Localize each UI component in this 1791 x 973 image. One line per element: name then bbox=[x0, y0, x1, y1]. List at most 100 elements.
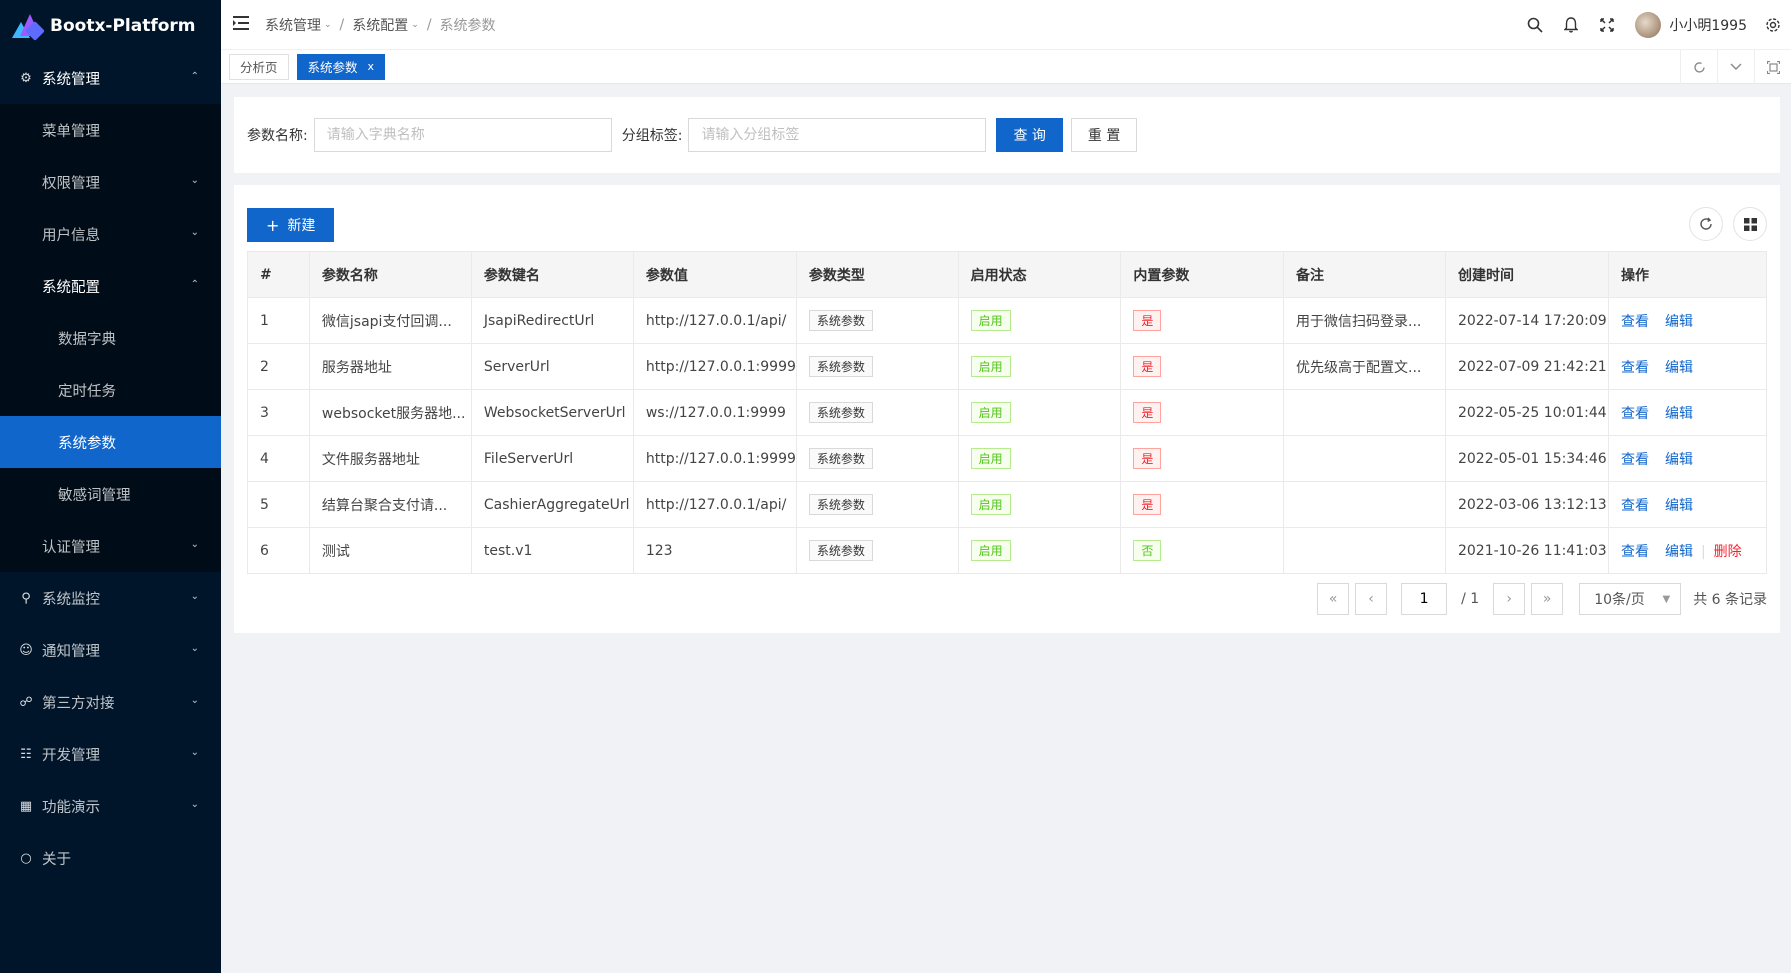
edit-link[interactable]: 编辑 bbox=[1665, 544, 1693, 560]
edit-link[interactable]: 编辑 bbox=[1665, 452, 1693, 468]
param-type-tag: 系统参数 bbox=[808, 494, 873, 515]
group-tag-input[interactable] bbox=[688, 118, 987, 152]
sidebar-item-label: 关于 bbox=[42, 851, 71, 868]
table-cell: 查看 编辑 bbox=[1607, 389, 1768, 436]
sidebar-item[interactable]: 数据字典 bbox=[0, 312, 221, 364]
close-icon[interactable]: x bbox=[368, 60, 375, 73]
sidebar-item[interactable]: 认证管理 ⌄ bbox=[0, 520, 221, 572]
username[interactable]: 小小明1995 bbox=[1669, 15, 1747, 35]
query-button[interactable]: 查 询 bbox=[996, 118, 1063, 152]
sidebar-item[interactable]: 定时任务 bbox=[0, 364, 221, 416]
table-cell: 2021-10-26 11:41:03 bbox=[1444, 527, 1609, 574]
tab-label: 系统参数 bbox=[307, 60, 358, 75]
page-size-select[interactable]: 10条/页 ▼ bbox=[1579, 583, 1682, 615]
last-page-icon[interactable]: » bbox=[1531, 583, 1564, 615]
builtin-badge: 是 bbox=[1133, 494, 1162, 515]
table-cell: ServerUrl bbox=[470, 343, 634, 390]
sidebar-item[interactable]: 菜单管理 bbox=[0, 104, 221, 156]
group-tag-label: 分组标签: bbox=[621, 128, 683, 144]
param-name: 文件服务器地址 bbox=[321, 451, 420, 468]
view-link[interactable]: 查看 bbox=[1621, 360, 1649, 376]
table-cell: 系统参数 bbox=[795, 297, 959, 344]
edit-link[interactable]: 编辑 bbox=[1665, 314, 1693, 330]
refresh-icon[interactable] bbox=[1689, 207, 1723, 241]
table-cell: 优先级高于配置文... bbox=[1283, 343, 1446, 390]
table-cell: JsapiRedirectUrl bbox=[470, 297, 634, 344]
next-page-icon[interactable]: › bbox=[1493, 583, 1526, 615]
param-name: 微信jsapi支付回调... bbox=[321, 313, 452, 330]
edit-link[interactable]: 编辑 bbox=[1665, 406, 1693, 422]
fullscreen-icon[interactable] bbox=[1589, 0, 1625, 50]
edit-link[interactable]: 编辑 bbox=[1665, 360, 1693, 376]
breadcrumb-item[interactable]: 系统管理 bbox=[265, 15, 321, 35]
status-badge: 启用 bbox=[970, 356, 1011, 377]
new-button[interactable]: + 新建 bbox=[247, 208, 335, 242]
total-records: 共 6 条记录 bbox=[1693, 592, 1767, 608]
tab-system-params[interactable]: 系统参数 x bbox=[296, 53, 386, 80]
table-cell: 是 bbox=[1120, 435, 1285, 482]
reload-icon[interactable] bbox=[1680, 50, 1717, 84]
sidebar-item[interactable]: ⚙ 系统管理 ⌃ bbox=[0, 52, 221, 104]
page-input[interactable] bbox=[1401, 583, 1448, 615]
param-type-tag: 系统参数 bbox=[808, 448, 873, 469]
sidebar-item[interactable]: 权限管理 ⌄ bbox=[0, 156, 221, 208]
table-row: 2 服务器地址 ServerUrl http://127.0.0.1:9999 系统参数… bbox=[247, 343, 1768, 390]
param-name: 测试 bbox=[321, 543, 350, 560]
expand-icon[interactable] bbox=[1754, 50, 1791, 84]
sidebar-item[interactable]: ☍ 第三方对接 ⌄ bbox=[0, 676, 221, 728]
view-link[interactable]: 查看 bbox=[1621, 314, 1649, 330]
row-index: 5 bbox=[260, 496, 269, 513]
sidebar-item[interactable]: 系统配置 ⌃ bbox=[0, 260, 221, 312]
prev-page-icon[interactable]: ‹ bbox=[1355, 583, 1388, 615]
sidebar-item[interactable]: ○ 关于 bbox=[0, 832, 221, 884]
table-cell: 1 bbox=[247, 297, 310, 344]
table-cell: CashierAggregateUrl bbox=[470, 481, 634, 528]
table-cell: 系统参数 bbox=[795, 481, 959, 528]
search-icon[interactable] bbox=[1517, 0, 1553, 50]
param-name-input[interactable] bbox=[313, 118, 612, 152]
edit-link[interactable]: 编辑 bbox=[1665, 498, 1693, 514]
sidebar-item[interactable]: ☷ 开发管理 ⌄ bbox=[0, 728, 221, 780]
table-cell: 2022-03-06 13:12:13 bbox=[1444, 481, 1609, 528]
link-icon: ☍ bbox=[19, 694, 33, 710]
settings-gear-icon[interactable] bbox=[1755, 0, 1791, 50]
table-cell: FileServerUrl bbox=[470, 435, 634, 482]
chevron-down-icon[interactable] bbox=[1717, 50, 1754, 84]
page-size-value: 10条/页 bbox=[1594, 592, 1645, 608]
sidebar-item[interactable]: ▦ 功能演示 ⌄ bbox=[0, 780, 221, 832]
view-link[interactable]: 查看 bbox=[1621, 498, 1649, 514]
table-cell: 是 bbox=[1120, 297, 1285, 344]
reset-button[interactable]: 重 置 bbox=[1070, 118, 1138, 152]
tab-analysis[interactable]: 分析页 bbox=[229, 53, 289, 80]
breadcrumb-item[interactable]: 系统配置 bbox=[352, 15, 408, 35]
params-table: # 参数名称 参数键名 参数值 参数类型 启用状态 内置参数 备注 创建时间 操作 1 微信jsap… bbox=[247, 251, 1768, 574]
table-cell: 4 bbox=[247, 435, 310, 482]
menu-fold-icon[interactable] bbox=[233, 15, 249, 34]
chevron-down-icon: ⌄ bbox=[190, 643, 199, 654]
avatar[interactable] bbox=[1635, 12, 1662, 38]
sidebar-item[interactable]: 用户信息 ⌄ bbox=[0, 208, 221, 260]
view-link[interactable]: 查看 bbox=[1621, 452, 1649, 468]
table-cell: 启用 bbox=[957, 481, 1122, 528]
column-settings-icon[interactable] bbox=[1733, 207, 1767, 241]
builtin-badge: 是 bbox=[1133, 356, 1162, 377]
sidebar-item[interactable]: ⚲ 系统监控 ⌄ bbox=[0, 572, 221, 624]
sidebar-item[interactable]: 系统参数 bbox=[0, 416, 221, 468]
column-header: 参数值 bbox=[632, 251, 797, 298]
table-cell: 查看 编辑 bbox=[1607, 481, 1768, 528]
created-time: 2022-07-14 17:20:09 bbox=[1457, 312, 1607, 329]
table-cell: WebsocketServerUrl bbox=[470, 389, 634, 436]
logo[interactable]: Bootx-Platform bbox=[0, 0, 221, 52]
sidebar-item[interactable]: 敏感词管理 bbox=[0, 468, 221, 520]
chevron-down-icon: ⌄ bbox=[411, 19, 419, 30]
first-page-icon[interactable]: « bbox=[1317, 583, 1350, 615]
view-link[interactable]: 查看 bbox=[1621, 406, 1649, 422]
chevron-down-icon: ⌄ bbox=[190, 799, 199, 810]
sidebar-item[interactable]: ☺ 通知管理 ⌄ bbox=[0, 624, 221, 676]
table-cell: 3 bbox=[247, 389, 310, 436]
bell-icon[interactable] bbox=[1553, 0, 1589, 50]
delete-link[interactable]: 删除 bbox=[1714, 544, 1742, 560]
table-cell: 2022-07-14 17:20:09 bbox=[1444, 297, 1609, 344]
view-link[interactable]: 查看 bbox=[1621, 544, 1649, 560]
table-row: 3 websocket服务器地... WebsocketServerUrl ws://… bbox=[247, 389, 1768, 436]
